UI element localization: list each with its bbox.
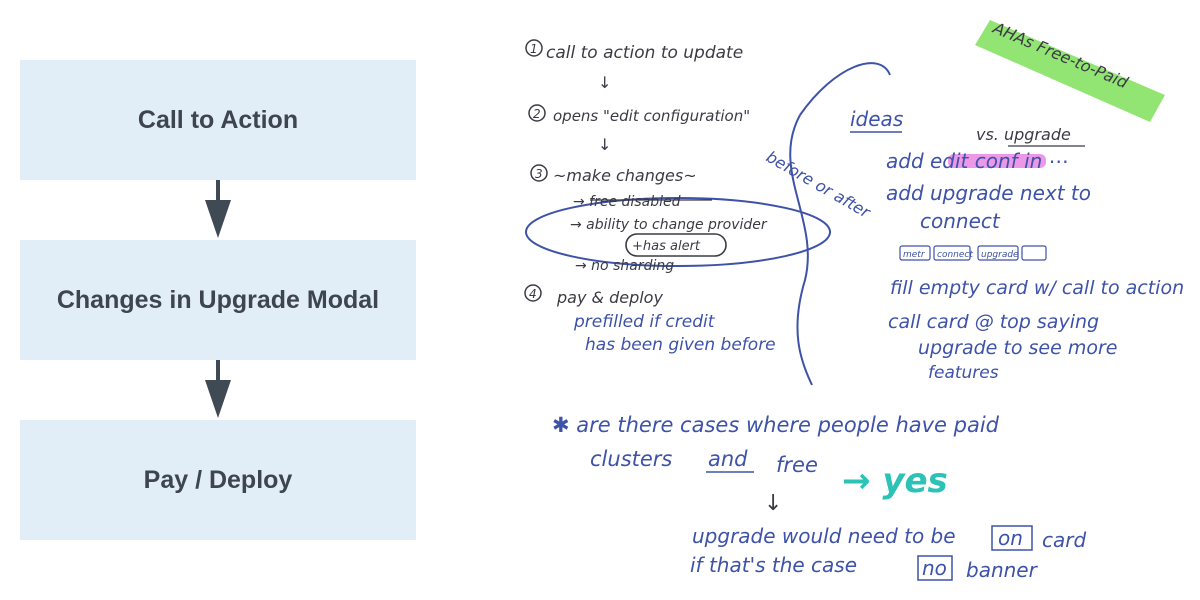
note-step-3: ~make changes~ — [553, 166, 697, 185]
note-add-edit-conf: add edit conf in ⋯ — [886, 149, 1069, 173]
note-step-4: pay & deploy — [556, 288, 663, 307]
note-step-1: call to action to update — [546, 43, 743, 63]
sketch-pill — [1021, 245, 1047, 261]
svg-text:↓: ↓ — [598, 135, 611, 154]
note-ideas: ideas — [850, 107, 903, 131]
sketch-pill-label: metr — [903, 250, 926, 260]
note-question-and: and — [708, 447, 748, 471]
note-prefilled-2: has been given before — [585, 335, 776, 355]
note-answer-on: on — [998, 526, 1023, 550]
note-yes: → yes — [842, 461, 948, 501]
note-call-card-2: upgrade to see more — [918, 337, 1117, 359]
note-fill-card: fill empty card w/ call to action — [890, 277, 1184, 299]
note-step-2: opens "edit configuration" — [553, 107, 750, 125]
svg-text:2: 2 — [533, 107, 541, 121]
svg-text:3: 3 — [535, 167, 543, 181]
note-question-clusters: clusters — [590, 447, 672, 471]
note-answer-banner: banner — [966, 558, 1039, 582]
note-down-arrow: ↓ — [764, 491, 782, 516]
note-question-free: free — [776, 453, 818, 477]
note-answer-no: no — [922, 556, 947, 580]
svg-text:↓: ↓ — [598, 73, 611, 92]
note-has-alert: +has alert — [632, 239, 701, 254]
sketch-pill-label: upgrade — [981, 250, 1019, 260]
note-answer-2: if that's the case — [690, 553, 857, 577]
note-prefilled-1: prefilled if credit — [573, 312, 716, 332]
svg-text:1: 1 — [530, 42, 538, 56]
note-add-upgrade-1: add upgrade next to — [886, 181, 1091, 205]
note-change-provider: → ability to change provider — [570, 217, 768, 233]
note-call-card-1: call card @ top saying — [888, 311, 1099, 333]
handwritten-notes: 1 2 3 4 ↓ ↓ call to action to update ope… — [524, 18, 1184, 582]
note-add-upgrade-2: connect — [920, 209, 1001, 233]
note-question-1: ✱ are there cases where people have paid — [552, 413, 1000, 437]
note-answer-1: upgrade would need to be — [692, 524, 956, 548]
note-call-card-3: features — [928, 363, 999, 383]
sketch-pill-label: connect — [937, 250, 973, 260]
note-answer-card: card — [1042, 528, 1086, 552]
note-no-sharding: → no sharding — [575, 258, 674, 274]
note-before-after: before or after — [763, 147, 875, 222]
note-free-disabled: → free disabled — [573, 194, 681, 210]
note-vs-upgrade: vs. upgrade — [976, 125, 1071, 144]
svg-text:4: 4 — [529, 287, 537, 301]
